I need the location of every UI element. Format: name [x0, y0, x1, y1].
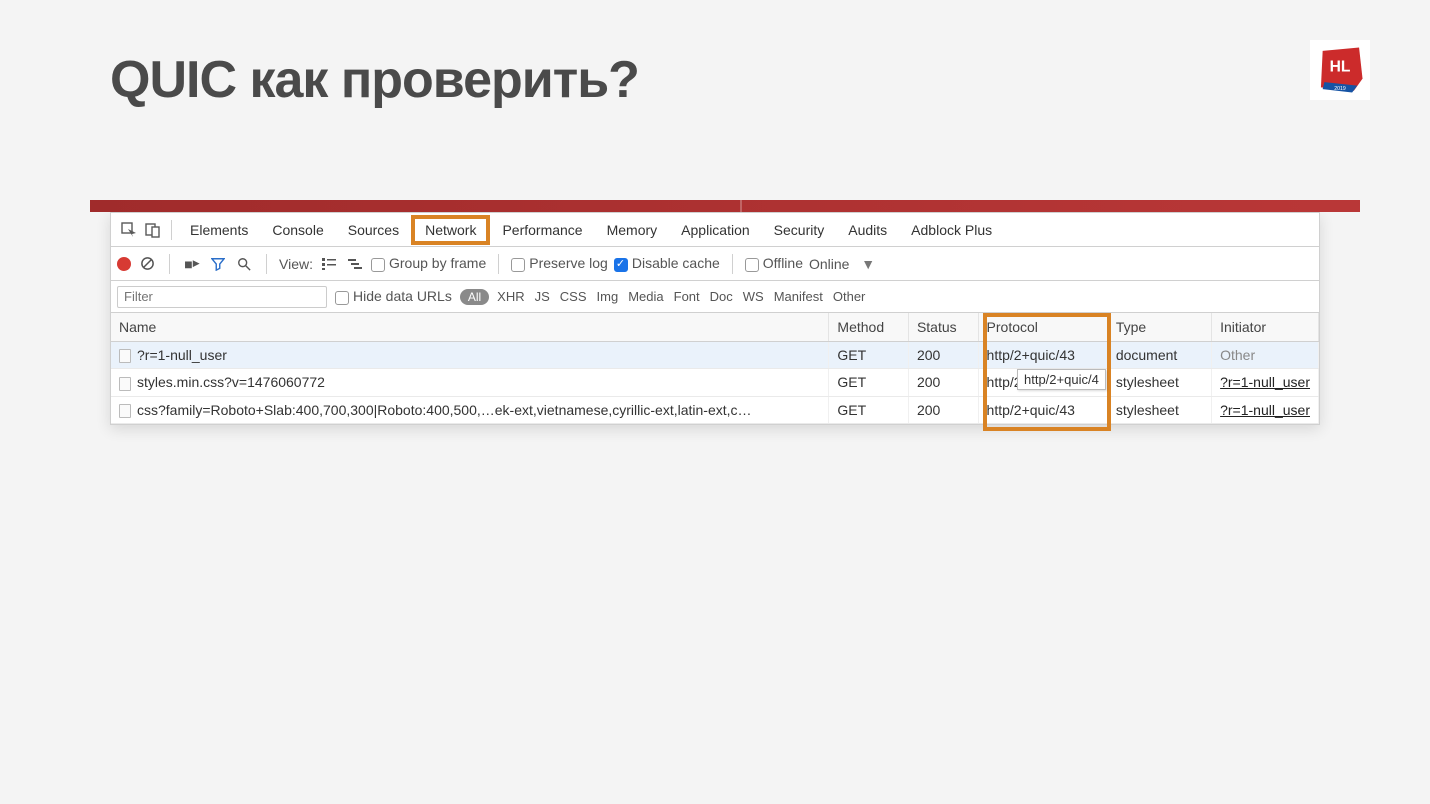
protocol-tooltip: http/2+quic/4: [1017, 369, 1106, 390]
filter-type-ws[interactable]: WS: [743, 289, 764, 304]
cell-status: 200: [908, 396, 978, 423]
record-icon[interactable]: [117, 257, 131, 271]
request-name[interactable]: styles.min.css?v=1476060772: [111, 369, 829, 396]
col-name[interactable]: Name: [111, 313, 829, 342]
separator: [266, 254, 267, 274]
tab-network[interactable]: Network: [411, 215, 490, 245]
slide-title: QUIC как проверить?: [110, 50, 1320, 110]
col-type[interactable]: Type: [1107, 313, 1211, 342]
table-row[interactable]: css?family=Roboto+Slab:400,700,300|Robot…: [111, 396, 1319, 423]
separator: [171, 220, 172, 240]
request-name[interactable]: css?family=Roboto+Slab:400,700,300|Robot…: [111, 396, 829, 423]
col-method[interactable]: Method: [829, 313, 909, 342]
filter-type-font[interactable]: Font: [674, 289, 700, 304]
cell-type: stylesheet: [1107, 396, 1211, 423]
filter-bar: Hide data URLs All XHR JS CSS Img Media Font D…: [111, 281, 1319, 313]
col-status[interactable]: Status: [908, 313, 978, 342]
slide: HL 2019 QUIC как проверить? ElementsCons…: [30, 20, 1400, 465]
tab-memory[interactable]: Memory: [595, 213, 670, 247]
file-icon: [119, 349, 131, 363]
cell-protocol: http/2+quic/43: [978, 396, 1107, 423]
cell-method: GET: [829, 369, 909, 396]
filter-all-pill[interactable]: All: [460, 289, 489, 305]
cell-status: 200: [908, 369, 978, 396]
inspect-icon[interactable]: [117, 218, 141, 242]
view-list-icon[interactable]: [319, 258, 339, 270]
disable-cache-checkbox[interactable]: Disable cache: [614, 255, 720, 271]
table-row[interactable]: ?r=1-null_userGET200http/2+quic/43docume…: [111, 342, 1319, 369]
devtools-tabs: ElementsConsoleSourcesNetworkPerformance…: [111, 213, 1319, 247]
device-toggle-icon[interactable]: [141, 218, 165, 242]
filter-type-other[interactable]: Other: [833, 289, 866, 304]
red-stripe: [90, 200, 1340, 212]
tab-audits[interactable]: Audits: [836, 213, 899, 247]
table-row[interactable]: styles.min.css?v=1476060772GET200 http/2+…: [111, 369, 1319, 396]
search-icon[interactable]: [234, 257, 254, 271]
tab-elements[interactable]: Elements: [178, 213, 260, 247]
col-protocol[interactable]: Protocol: [978, 313, 1107, 342]
group-by-frame-checkbox[interactable]: Group by frame: [371, 255, 486, 271]
filter-type-xhr[interactable]: XHR: [497, 289, 524, 304]
tab-security[interactable]: Security: [762, 213, 837, 247]
filter-type-css[interactable]: CSS: [560, 289, 587, 304]
file-icon: [119, 404, 131, 418]
requests-table-wrap: Name Method Status Protocol Type Initiat…: [111, 313, 1319, 424]
svg-text:HL: HL: [1330, 59, 1351, 76]
camera-icon[interactable]: ■▶: [182, 256, 202, 272]
requests-table: Name Method Status Protocol Type Initiat…: [111, 313, 1319, 424]
svg-text:2019: 2019: [1334, 86, 1346, 92]
tab-adblock-plus[interactable]: Adblock Plus: [899, 213, 1004, 247]
view-waterfall-icon[interactable]: [345, 258, 365, 270]
tab-application[interactable]: Application: [669, 213, 762, 247]
preserve-log-checkbox[interactable]: Preserve log: [511, 255, 608, 271]
throttling-select[interactable]: Online ▼: [809, 256, 875, 272]
col-initiator[interactable]: Initiator: [1212, 313, 1319, 342]
filter-icon[interactable]: [208, 257, 228, 271]
cell-protocol: http/2+quic/43: [978, 342, 1107, 369]
tab-sources[interactable]: Sources: [336, 213, 411, 247]
separator: [169, 254, 170, 274]
filter-type-manifest[interactable]: Manifest: [774, 289, 823, 304]
cell-method: GET: [829, 396, 909, 423]
filter-type-media[interactable]: Media: [628, 289, 663, 304]
request-name[interactable]: ?r=1-null_user: [111, 342, 829, 369]
clear-icon[interactable]: [137, 256, 157, 271]
cell-type: stylesheet: [1107, 369, 1211, 396]
view-label: View:: [279, 256, 313, 272]
filter-type-img[interactable]: Img: [597, 289, 619, 304]
cell-type: document: [1107, 342, 1211, 369]
filter-type-js[interactable]: JS: [535, 289, 550, 304]
tab-performance[interactable]: Performance: [490, 213, 594, 247]
offline-checkbox[interactable]: Offline: [745, 255, 803, 271]
tab-console[interactable]: Console: [260, 213, 335, 247]
hide-data-urls-checkbox[interactable]: Hide data URLs: [335, 288, 452, 304]
cell-method: GET: [829, 342, 909, 369]
network-toolbar: ■▶ View: Group by frame Preserve log Dis…: [111, 247, 1319, 281]
cell-status: 200: [908, 342, 978, 369]
filter-input[interactable]: [117, 286, 327, 308]
hl-logo: HL 2019: [1310, 40, 1370, 100]
devtools-panel: ElementsConsoleSourcesNetworkPerformance…: [110, 212, 1320, 425]
cell-initiator[interactable]: ?r=1-null_user: [1212, 396, 1319, 423]
filter-type-doc[interactable]: Doc: [710, 289, 733, 304]
cell-initiator[interactable]: ?r=1-null_user: [1212, 369, 1319, 396]
separator: [498, 254, 499, 274]
cell-initiator: Other: [1212, 342, 1319, 369]
file-icon: [119, 377, 131, 391]
separator: [732, 254, 733, 274]
